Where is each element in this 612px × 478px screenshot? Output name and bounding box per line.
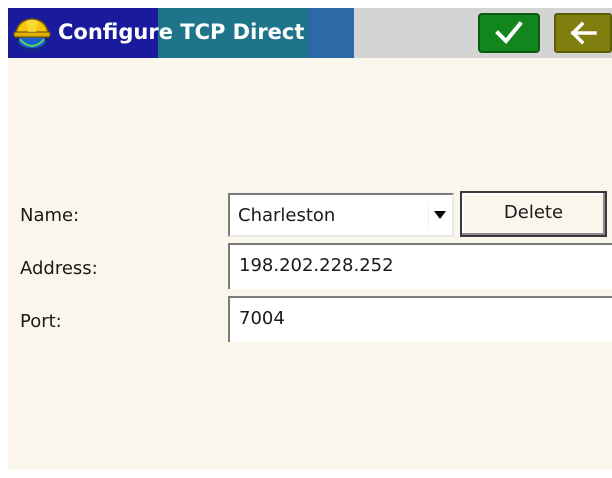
title-bar: Configure TCP Direct [8, 8, 612, 58]
name-dropdown[interactable]: Charleston [228, 193, 454, 237]
port-label: Port: [20, 311, 62, 332]
address-label: Address: [20, 258, 98, 279]
port-field[interactable]: 7004 [228, 296, 612, 342]
dropdown-arrow-icon[interactable] [428, 203, 450, 227]
delete-button[interactable]: Delete [460, 191, 607, 237]
address-field[interactable]: 198.202.228.252 [228, 243, 612, 289]
screen: Configure TCP Direct Name: Charleston De… [8, 8, 612, 470]
back-button[interactable] [554, 13, 612, 53]
name-dropdown-value: Charleston [238, 205, 336, 226]
name-label: Name: [20, 205, 80, 226]
window-title: Configure TCP Direct [58, 20, 305, 44]
hardhat-globe-icon [12, 15, 52, 51]
ok-button[interactable] [478, 13, 540, 53]
